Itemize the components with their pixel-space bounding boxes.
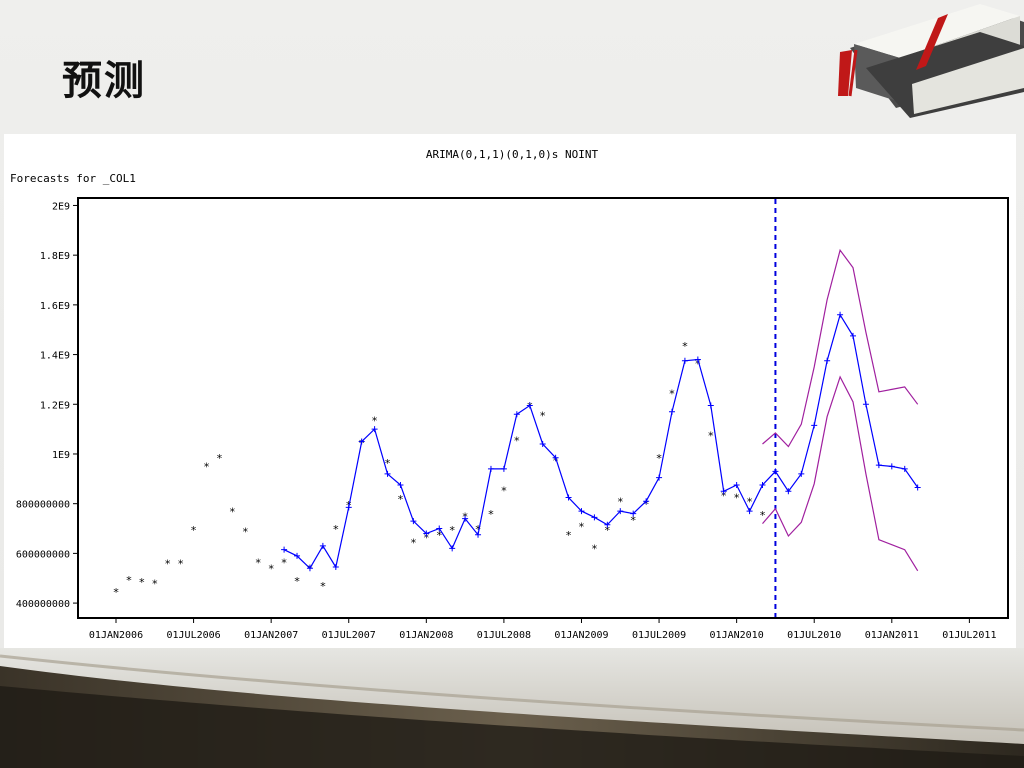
y-tick-label: 400000000 — [16, 599, 70, 610]
actual-point: * — [397, 493, 404, 506]
forecast-point — [332, 564, 339, 571]
actual-point: * — [216, 452, 223, 465]
actual-point: * — [449, 524, 456, 537]
x-tick-label: 01JUL2010 — [787, 630, 841, 641]
x-axis: 01JAN2006 01JUL2006 01JAN2007 01JUL2007 01JA… — [89, 618, 996, 641]
actual-point: * — [669, 387, 676, 400]
y-tick-label: 800000000 — [16, 500, 70, 511]
actual-point: * — [578, 520, 585, 533]
forecast-point — [733, 482, 740, 489]
forecast-point — [837, 311, 844, 318]
actual-point: * — [488, 508, 495, 521]
x-tick-label: 01JUL2007 — [322, 630, 376, 641]
forecast-chart-panel: ARIMA(0,1,1)(0,1,0)s NOINT Forecasts for… — [4, 134, 1016, 648]
forecast-chart: ARIMA(0,1,1)(0,1,0)s NOINT Forecasts for… — [10, 148, 1009, 641]
x-tick-label: 01JAN2009 — [554, 630, 608, 641]
actual-point: * — [591, 543, 598, 556]
actual-point: * — [113, 586, 120, 599]
actual-point: * — [617, 495, 624, 508]
forecast-point — [449, 545, 456, 552]
y-axis: 400000000 600000000 800000000 1E9 1.2E9 1.4E9… — [16, 201, 78, 610]
y-tick-label: 1.4E9 — [40, 351, 70, 362]
actual-point: * — [539, 410, 546, 423]
series-layer: ** * ** ******* * ** ****** * * * ****************… — [113, 199, 921, 617]
forecast-point — [487, 465, 494, 472]
forecast-point — [500, 465, 507, 472]
forecast-point — [875, 462, 882, 469]
actual-point: * — [371, 415, 378, 428]
actual-point: * — [332, 523, 339, 536]
actual-point: * — [682, 340, 689, 353]
forecast-point — [746, 508, 753, 515]
chart-subtitle: Forecasts for _COL1 — [10, 172, 136, 185]
actual-point: * — [126, 574, 133, 587]
actual-point: * — [514, 435, 521, 448]
forecast-point — [656, 474, 663, 481]
forecast-point — [811, 422, 818, 429]
forecast-point — [862, 401, 869, 408]
confidence-limit-line — [762, 248, 919, 448]
forecast-point — [319, 542, 326, 549]
y-tick-label: 1.8E9 — [40, 251, 70, 262]
actual-point: * — [707, 430, 714, 443]
actual-point: * — [255, 556, 262, 569]
y-tick-label: 1E9 — [52, 450, 70, 461]
actual-point: * — [190, 524, 197, 537]
book-decoration — [838, 4, 1024, 118]
x-tick-label: 01JAN2010 — [710, 630, 764, 641]
y-tick-label: 600000000 — [16, 549, 70, 560]
x-tick-label: 01JUL2008 — [477, 630, 531, 641]
forecast-point — [888, 463, 895, 470]
x-tick-label: 01JAN2007 — [244, 630, 298, 641]
actual-point: * — [139, 576, 146, 589]
actual-point: * — [565, 529, 572, 542]
actual-point: * — [203, 461, 210, 474]
forecast-point — [707, 402, 714, 409]
forecast-point — [850, 332, 857, 339]
confidence-limit-line — [762, 375, 919, 572]
actual-point: * — [410, 536, 417, 549]
x-tick-label: 01JUL2006 — [166, 630, 220, 641]
actual-point: * — [177, 558, 184, 571]
footer-band — [0, 648, 1024, 768]
x-tick-label: 01JAN2011 — [865, 630, 919, 641]
actual-point: * — [733, 492, 740, 505]
actual-point: * — [320, 580, 327, 593]
y-tick-label: 2E9 — [52, 201, 70, 212]
plot-frame — [77, 197, 1009, 619]
actual-point: * — [242, 525, 249, 538]
actual-point: * — [294, 575, 301, 588]
forecast-point — [591, 514, 598, 521]
y-tick-label: 1.2E9 — [40, 400, 70, 411]
actual-point: * — [164, 558, 171, 571]
actual-point: * — [268, 563, 275, 576]
forecast-point — [824, 357, 831, 364]
forecast-point — [281, 546, 288, 553]
forecast-point — [681, 357, 688, 364]
slide-title: 预测 — [62, 58, 146, 104]
x-tick-label: 01JUL2011 — [942, 630, 996, 641]
x-tick-label: 01JAN2008 — [399, 630, 453, 641]
actual-point: * — [281, 556, 288, 569]
y-tick-label: 1.6E9 — [40, 301, 70, 312]
actual-point: * — [151, 577, 158, 590]
forecast-point — [668, 408, 675, 415]
actual-point: * — [501, 484, 508, 497]
actual-point: * — [229, 505, 236, 518]
chart-title: ARIMA(0,1,1)(0,1,0)s NOINT — [426, 148, 599, 161]
x-tick-label: 01JUL2009 — [632, 630, 686, 641]
x-tick-label: 01JAN2006 — [89, 630, 143, 641]
